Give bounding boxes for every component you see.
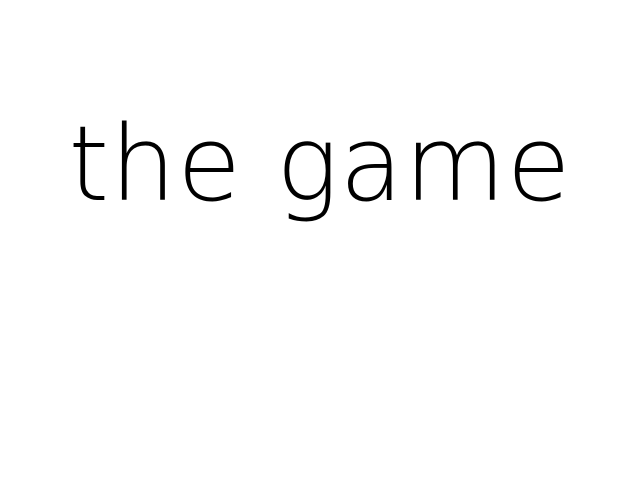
title-screen: the game <box>0 0 640 480</box>
game-title: the game <box>68 103 572 225</box>
